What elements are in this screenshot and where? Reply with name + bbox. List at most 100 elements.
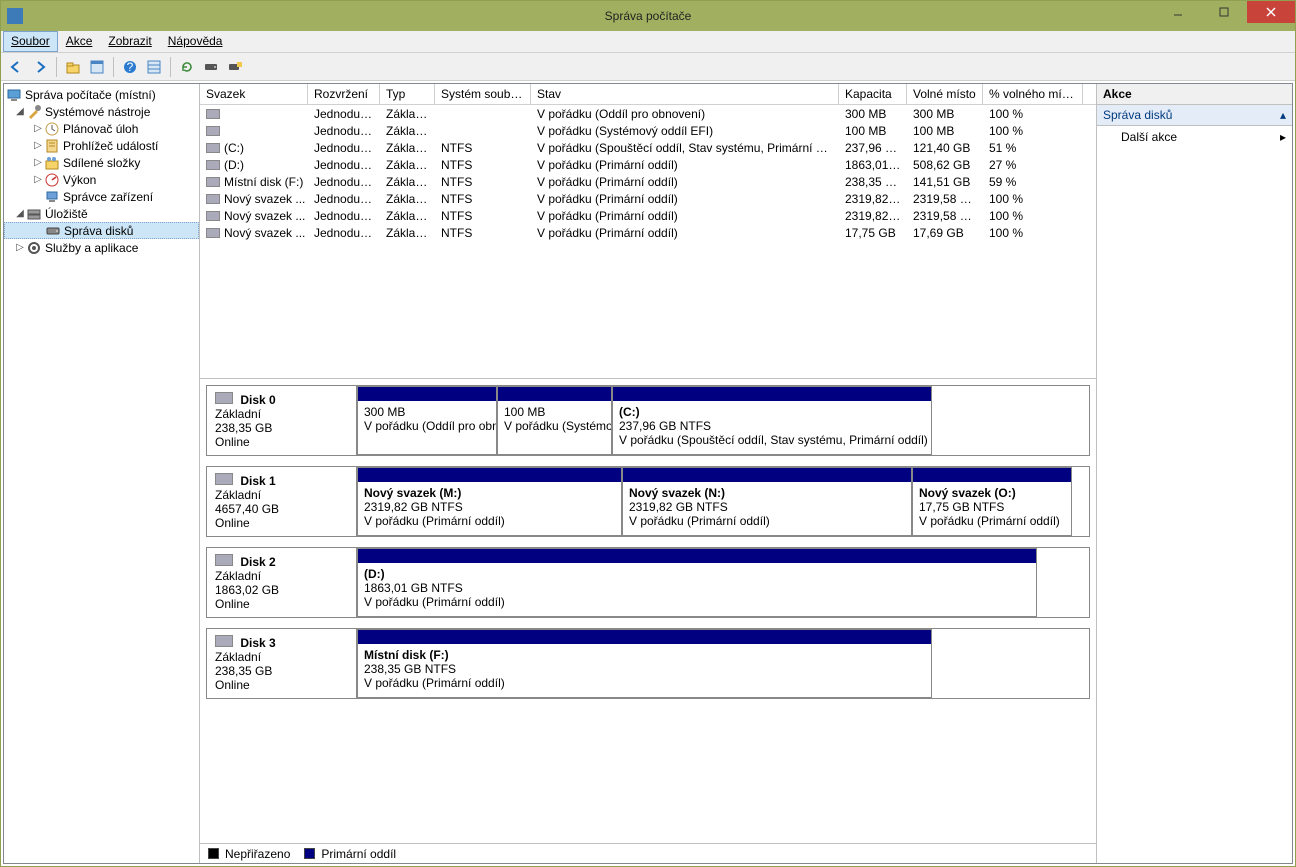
partition[interactable]: Místní disk (F:)238,35 GB NTFSV pořádku … (357, 629, 932, 698)
partition-name: Nový svazek (N:) (629, 486, 905, 500)
menu-napoveda[interactable]: Nápověda (160, 31, 231, 52)
volume-row[interactable]: Nový svazek ...JednoduchýZákladníNTFSV p… (200, 207, 1096, 224)
col-pct[interactable]: % volného místa (983, 84, 1083, 104)
tree-scheduler[interactable]: ▷ Plánovač úloh (4, 120, 199, 137)
volume-row[interactable]: JednoduchýZákladní V pořádku (Oddíl pro o… (200, 105, 1096, 122)
menu-zobrazit[interactable]: Zobrazit (100, 31, 159, 52)
volume-row[interactable]: JednoduchýZákladníV pořádku (Systémový o… (200, 122, 1096, 139)
expand-icon[interactable]: ▷ (32, 140, 44, 151)
vol-status: V pořádku (Primární oddíl) (531, 190, 839, 208)
col-fs[interactable]: Systém souborů (435, 84, 531, 104)
expand-icon[interactable]: ▷ (32, 174, 44, 185)
swatch-primary (304, 848, 315, 859)
col-stav[interactable]: Stav (531, 84, 839, 104)
tools-icon (26, 104, 42, 120)
vol-fs: NTFS (435, 156, 531, 174)
vol-type: Základní (380, 105, 435, 123)
tree-systools[interactable]: ◢ Systémové nástroje (4, 103, 199, 120)
vol-status: V pořádku (Primární oddíl) (531, 224, 839, 242)
partition[interactable]: (C:)237,96 GB NTFSV pořádku (Spouštěcí o… (612, 386, 932, 455)
disk-label[interactable]: Disk 2Základní1863,02 GBOnline (207, 548, 357, 617)
vol-layout: Jednoduchý (308, 139, 380, 157)
vol-type: Základní (380, 173, 435, 191)
partition[interactable]: 100 MBV pořádku (Systémový oddíl EFI) (497, 386, 612, 455)
partition[interactable]: Nový svazek (O:)17,75 GB NTFSV pořádku (… (912, 467, 1072, 536)
view-list-button[interactable] (143, 56, 165, 78)
tree-diskmgmt[interactable]: Správa disků (4, 222, 199, 239)
computer-icon (6, 87, 22, 103)
disk-label[interactable]: Disk 1Základní4657,40 GBOnline (207, 467, 357, 536)
partition-size: 300 MB (364, 405, 490, 419)
collapse-icon[interactable]: ◢ (14, 106, 26, 117)
tree-storage[interactable]: ◢ Úložiště (4, 205, 199, 222)
partition-size: 237,96 GB NTFS (619, 419, 925, 433)
partition[interactable]: (D:)1863,01 GB NTFSV pořádku (Primární o… (357, 548, 1037, 617)
col-svazek[interactable]: Svazek (200, 84, 308, 104)
properties-button[interactable] (86, 56, 108, 78)
tree-label: Úložiště (45, 207, 88, 221)
titlebar[interactable]: Správa počítače (1, 1, 1295, 31)
partition-name: (C:) (619, 405, 925, 419)
vol-free: 508,62 GB (907, 156, 983, 174)
actions-section-label: Správa disků (1103, 108, 1172, 122)
tree-services[interactable]: ▷ Služby a aplikace (4, 239, 199, 256)
disk-type: Základní (215, 650, 348, 664)
menubar: Soubor Akce Zobrazit Nápověda (1, 31, 1295, 53)
close-button[interactable] (1247, 1, 1295, 23)
tree-shared[interactable]: ▷ Sdílené složky (4, 154, 199, 171)
chevron-up-icon: ▴ (1280, 108, 1286, 122)
menu-akce[interactable]: Akce (58, 31, 101, 52)
help-button[interactable]: ? (119, 56, 141, 78)
vol-type: Základní (380, 139, 435, 157)
partition-status: V pořádku (Primární oddíl) (919, 514, 1065, 528)
volume-row[interactable]: (D:)JednoduchýZákladníNTFSV pořádku (Pri… (200, 156, 1096, 173)
volume-row[interactable]: Nový svazek ...JednoduchýZákladníNTFSV p… (200, 224, 1096, 241)
disk-icon (215, 473, 233, 485)
vol-free: 300 MB (907, 105, 983, 123)
vol-status: V pořádku (Oddíl pro obnovení) (531, 105, 839, 123)
disk-action-button[interactable] (224, 56, 246, 78)
tree-devmgr[interactable]: Správce zařízení (4, 188, 199, 205)
col-volne[interactable]: Volné místo (907, 84, 983, 104)
vol-pct: 59 % (983, 173, 1083, 191)
maximize-button[interactable] (1201, 1, 1247, 23)
forward-button[interactable] (29, 56, 51, 78)
volume-row[interactable]: Místní disk (F:)JednoduchýZákladníNTFSV … (200, 173, 1096, 190)
volume-row[interactable]: (C:)JednoduchýZákladníNTFSV pořádku (Spo… (200, 139, 1096, 156)
disk-type: Základní (215, 488, 348, 502)
col-typ[interactable]: Typ (380, 84, 435, 104)
vol-status: V pořádku (Primární oddíl) (531, 173, 839, 191)
vol-layout: Jednoduchý (308, 207, 380, 225)
back-button[interactable] (5, 56, 27, 78)
refresh-button[interactable] (176, 56, 198, 78)
storage-icon (26, 206, 42, 222)
partition[interactable]: Nový svazek (N:)2319,82 GB NTFSV pořádku… (622, 467, 912, 536)
tree-eventvwr[interactable]: ▷ Prohlížeč událostí (4, 137, 199, 154)
disk-settings-button[interactable] (200, 56, 222, 78)
minimize-button[interactable] (1155, 1, 1201, 23)
partition[interactable]: Nový svazek (M:)2319,82 GB NTFSV pořádku… (357, 467, 622, 536)
expand-icon[interactable]: ▷ (32, 123, 44, 134)
drive-icon (206, 228, 220, 238)
actions-section[interactable]: Správa disků ▴ (1097, 105, 1292, 126)
col-rozvrzeni[interactable]: Rozvržení (308, 84, 380, 104)
actions-more[interactable]: Další akce ▸ (1097, 126, 1292, 148)
tree-perf[interactable]: ▷ Výkon (4, 171, 199, 188)
vol-capacity: 2319,82 GB (839, 190, 907, 208)
collapse-icon[interactable]: ◢ (14, 208, 26, 219)
partition[interactable]: 300 MBV pořádku (Oddíl pro obnovení) (357, 386, 497, 455)
expand-icon[interactable]: ▷ (14, 242, 26, 253)
chevron-right-icon: ▸ (1280, 130, 1286, 144)
volume-list: Svazek Rozvržení Typ Systém souborů Stav… (200, 84, 1096, 379)
tree-root[interactable]: Správa počítače (místní) (4, 86, 199, 103)
menu-soubor[interactable]: Soubor (3, 31, 58, 52)
disk-label[interactable]: Disk 3Základní238,35 GBOnline (207, 629, 357, 698)
volume-row[interactable]: Nový svazek ...JednoduchýZákladníNTFSV p… (200, 190, 1096, 207)
up-button[interactable] (62, 56, 84, 78)
col-kapacita[interactable]: Kapacita (839, 84, 907, 104)
partition-name: Místní disk (F:) (364, 648, 925, 662)
vol-free: 2319,58 GB (907, 207, 983, 225)
disk-label[interactable]: Disk 0Základní238,35 GBOnline (207, 386, 357, 455)
vol-layout: Jednoduchý (308, 105, 380, 123)
expand-icon[interactable]: ▷ (32, 157, 44, 168)
